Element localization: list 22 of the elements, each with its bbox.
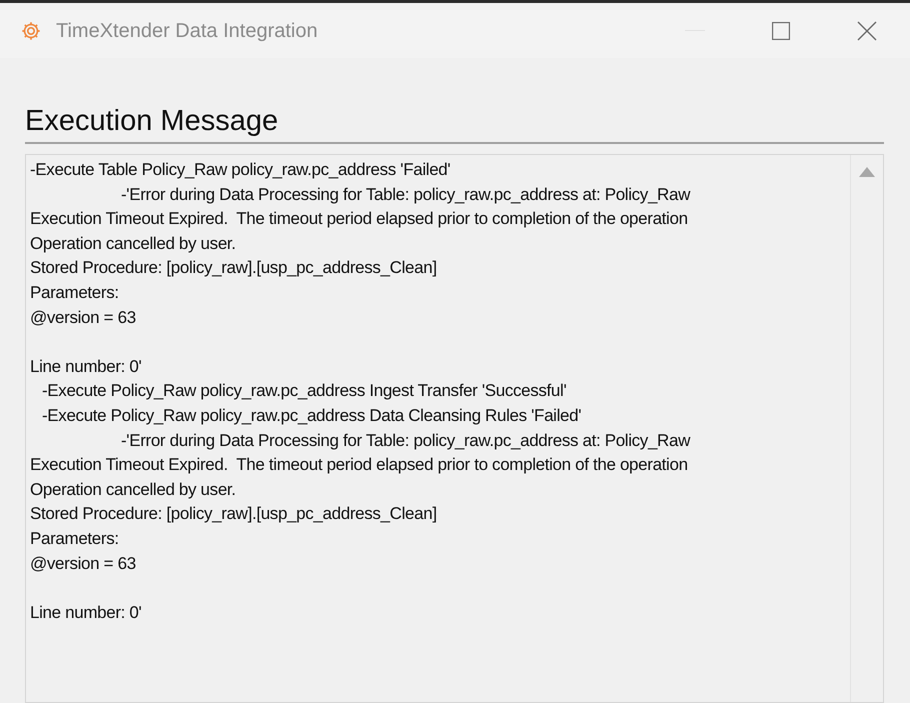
window-title: TimeXtender Data Integration	[56, 18, 318, 44]
message-line: -'Error during Data Processing for Table: policy_raw.pc_address at: Policy_Raw	[121, 184, 690, 204]
message-line: Operation cancelled by user.	[30, 234, 236, 253]
message-line: Parameters:	[30, 282, 119, 302]
message-line: -'Error during Data Processing for Table: policy_raw.pc_address at: Policy_Raw	[121, 430, 690, 450]
message-line: Operation cancelled by user.	[30, 480, 236, 499]
message-line: -Execute Policy_Raw policy_raw.pc_address Data Cleansing Rules 'Failed'	[42, 406, 582, 425]
message-line: -Execute Policy_Raw policy_raw.pc_address Ingest Transfer 'Successful'	[42, 381, 566, 400]
message-line: -Execute Table Policy_Raw policy_raw.pc_address 'Failed'	[30, 160, 450, 179]
section-heading: Execution Message	[25, 104, 884, 144]
message-line: Line number: 0'	[30, 602, 142, 622]
gear-icon	[20, 20, 42, 42]
maximize-icon	[772, 22, 790, 40]
message-line: Stored Procedure: [policy_raw].[usp_pc_address_Clean]	[30, 258, 437, 278]
message-line: Execution Timeout Expired. The timeout period elapsed prior to completion of the operation	[30, 209, 688, 228]
message-line: Line number: 0'	[30, 356, 142, 376]
close-icon	[857, 20, 877, 40]
message-line: Stored Procedure: [policy_raw].[usp_pc_address_Clean]	[30, 504, 437, 524]
message-line: Parameters:	[30, 528, 119, 548]
message-line: @version = 63	[30, 308, 136, 327]
message-line: @version = 63	[30, 554, 136, 572]
message-line: Execution Timeout Expired. The timeout period elapsed prior to completion of the operation	[30, 455, 688, 474]
